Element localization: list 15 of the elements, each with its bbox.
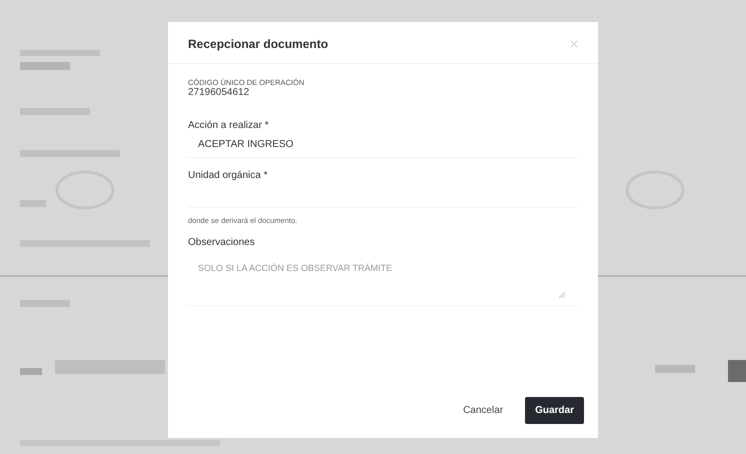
blurred-text-drawing	[20, 300, 70, 307]
resize-grip-icon[interactable]	[558, 291, 566, 299]
blurred-text-drawing	[20, 62, 70, 70]
field-label: Unidad orgánica *	[188, 170, 268, 181]
close-icon[interactable]	[570, 40, 578, 48]
field-label: Acción a realizar *	[188, 120, 270, 131]
save-button[interactable]: Guardar	[525, 397, 584, 424]
blurred-text-drawing	[20, 368, 42, 375]
field-label: Observaciones	[188, 237, 256, 248]
cancel-button[interactable]: Cancelar	[457, 397, 510, 424]
blurred-text-drawing	[655, 365, 695, 373]
code-value: 27196054612	[188, 87, 250, 98]
dialog-title: Recepcionar documento	[188, 37, 328, 51]
select-field[interactable]: ACEPTAR INGRESO	[188, 131, 578, 158]
blurred-button-drawing	[728, 360, 746, 382]
